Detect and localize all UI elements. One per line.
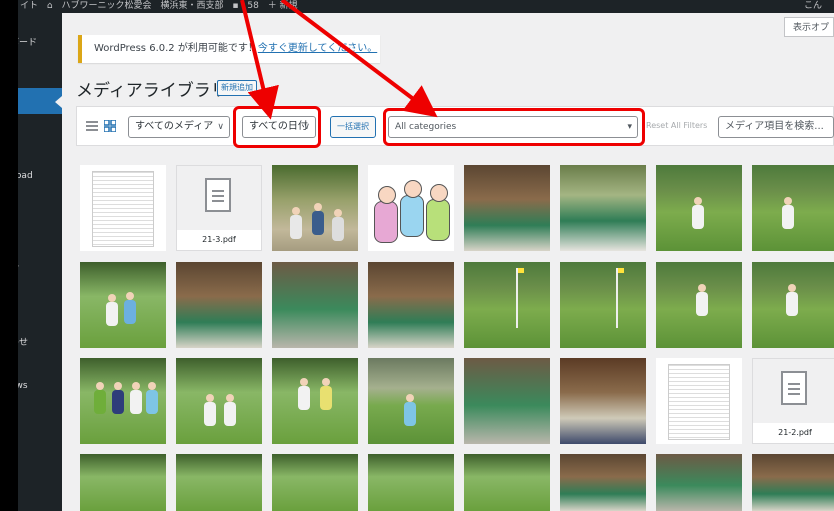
arrow-to-date [240,0,279,120]
arrow-to-category [280,0,438,118]
annotation-arrows [240,0,438,120]
